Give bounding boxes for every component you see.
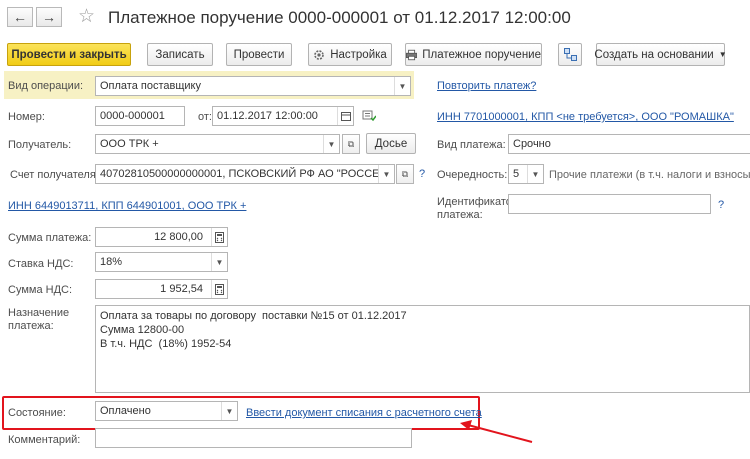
vat-rate-value: 18% <box>100 256 123 268</box>
calculator-icon[interactable] <box>211 280 227 298</box>
vat-rate-label: Ставка НДС: <box>8 258 74 270</box>
post-button[interactable]: Провести <box>226 43 292 66</box>
print-order-label: Платежное поручение <box>422 48 541 61</box>
dossier-label: Досье <box>374 137 408 150</box>
date-from-label: от: <box>198 111 212 123</box>
amount-field[interactable]: 12 800,00 <box>95 227 228 247</box>
organization-inn-link[interactable]: ИНН 7701000001, КПП <не требуется>, ООО … <box>437 110 734 124</box>
recipient-value: ООО ТРК + <box>100 138 159 150</box>
purpose-label-2: платежа: <box>8 320 54 332</box>
settings-button[interactable]: Настройка <box>308 43 392 66</box>
date-value: 01.12.2017 12:00:00 <box>217 110 318 122</box>
priority-hint: Прочие платежи (в т.ч. налоги и взносы) <box>549 169 750 181</box>
open-icon: ⧉ <box>401 168 409 179</box>
account-value: 40702810500000000001, ПСКОВСКИЙ РФ АО "Р… <box>100 168 395 180</box>
post-label: Провести <box>233 48 285 61</box>
open-recipient-button[interactable]: ⧉ <box>342 134 360 154</box>
arrow-right-icon: → <box>42 9 56 25</box>
priority-select[interactable]: 5 ▼ <box>508 164 544 184</box>
numbering-icon[interactable] <box>362 109 377 123</box>
recipient-select[interactable]: ООО ТРК + ▼ <box>95 134 340 154</box>
calendar-icon[interactable] <box>337 107 353 125</box>
arrow-left-icon: ← <box>13 9 27 25</box>
chevron-down-icon[interactable]: ▼ <box>394 77 410 95</box>
payment-id-field[interactable] <box>508 194 711 214</box>
comment-label: Комментарий: <box>8 434 81 446</box>
create-based-on-label: Создать на основании <box>594 48 714 61</box>
operation-type-value: Оплата поставщику <box>100 80 201 92</box>
state-label: Состояние: <box>8 407 66 419</box>
printer-icon <box>406 49 418 60</box>
chevron-down-icon[interactable]: ▼ <box>323 135 339 153</box>
repeat-payment-link[interactable]: Повторить платеж? <box>437 79 536 93</box>
open-icon: ⧉ <box>347 138 355 149</box>
save-button[interactable]: Записать <box>147 43 213 66</box>
amount-label: Сумма платежа: <box>8 232 92 244</box>
create-based-on-button[interactable]: Создать на основании ▼ <box>594 43 727 66</box>
account-label: Счет получателя: <box>10 169 99 181</box>
state-value: Оплачено <box>100 405 151 417</box>
annotation-arrow-icon <box>460 420 533 443</box>
priority-value: 5 <box>513 168 520 180</box>
amount-value: 12 800,00 <box>154 231 203 243</box>
state-select[interactable]: Оплачено ▼ <box>95 401 238 421</box>
dossier-button[interactable]: Досье <box>366 133 416 154</box>
forward-button[interactable]: → <box>36 7 62 27</box>
chevron-down-icon[interactable]: ▼ <box>211 253 227 271</box>
chevron-down-icon[interactable]: ▼ <box>527 165 543 183</box>
number-label: Номер: <box>8 111 45 123</box>
chevron-down-icon[interactable]: ▼ <box>378 165 394 183</box>
vat-amount-field[interactable]: 1 952,54 <box>95 279 228 299</box>
help-icon[interactable]: ? <box>419 168 425 180</box>
favorite-star-icon[interactable]: ☆ <box>78 6 95 28</box>
purpose-textarea[interactable]: Оплата за товары по договору поставки №1… <box>95 305 750 393</box>
number-field[interactable]: 0000-000001 <box>95 106 185 126</box>
enter-writeoff-document-link[interactable]: Ввести документ списания с расчетного сч… <box>246 406 482 420</box>
page-title: Платежное поручение 0000-000001 от 01.12… <box>108 8 571 27</box>
payment-id-label-2: платежа: <box>437 209 483 221</box>
purpose-label-1: Назначение <box>8 307 70 319</box>
settings-label: Настройка <box>330 48 387 61</box>
save-label: Записать <box>155 48 205 61</box>
print-payment-order-button[interactable]: Платежное поручение <box>405 43 542 66</box>
open-account-button[interactable]: ⧉ <box>396 164 414 184</box>
recipient-inn-link[interactable]: ИНН 6449013711, КПП 644901001, ООО ТРК + <box>8 199 246 213</box>
gear-icon <box>314 49 324 60</box>
structure-button[interactable] <box>558 43 582 66</box>
structure-icon <box>563 48 577 61</box>
payment-kind-field[interactable]: Срочно <box>508 134 750 154</box>
back-button[interactable]: ← <box>7 7 33 27</box>
post-and-close-label: Провести и закрыть <box>11 48 127 61</box>
account-select[interactable]: 40702810500000000001, ПСКОВСКИЙ РФ АО "Р… <box>95 164 395 184</box>
payment-kind-label: Вид платежа: <box>437 139 506 151</box>
operation-type-select[interactable]: Оплата поставщику ▼ <box>95 76 411 96</box>
help-icon[interactable]: ? <box>718 199 724 211</box>
vat-amount-value: 1 952,54 <box>160 283 203 295</box>
vat-rate-select[interactable]: 18% ▼ <box>95 252 228 272</box>
comment-field[interactable] <box>95 428 412 448</box>
priority-label: Очередность: <box>437 169 508 181</box>
chevron-down-icon: ▼ <box>718 50 727 59</box>
date-field[interactable]: 01.12.2017 12:00:00 <box>212 106 354 126</box>
calculator-icon[interactable] <box>211 228 227 246</box>
recipient-label: Получатель: <box>8 139 72 151</box>
payment-id-label-1: Идентификатор <box>437 196 518 208</box>
vat-amount-label: Сумма НДС: <box>8 284 73 296</box>
chevron-down-icon[interactable]: ▼ <box>221 402 237 420</box>
operation-type-label: Вид операции: <box>8 80 84 92</box>
post-and-close-button[interactable]: Провести и закрыть <box>7 43 131 66</box>
